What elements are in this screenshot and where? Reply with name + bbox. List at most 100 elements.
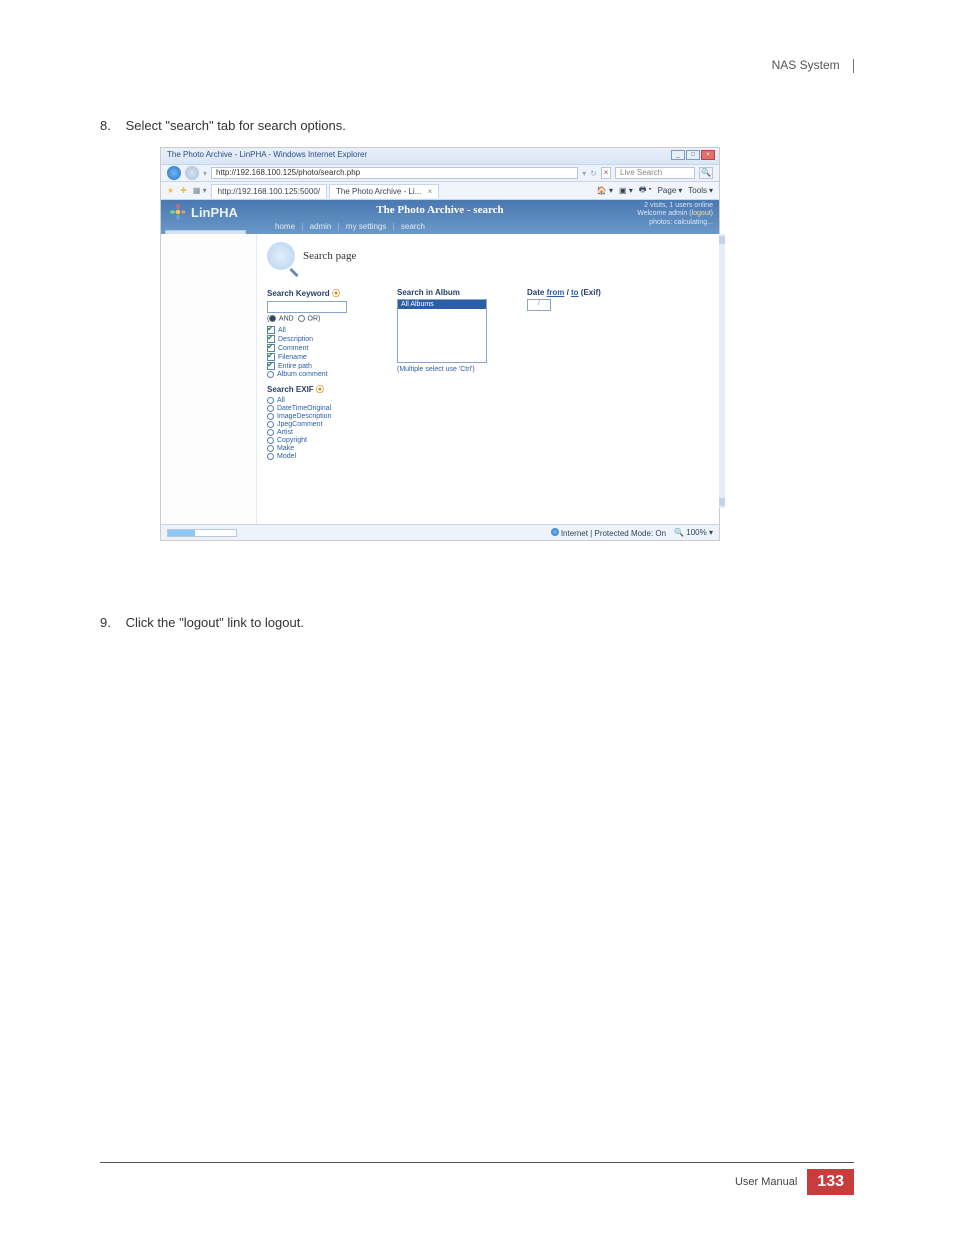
load-progress <box>167 529 237 537</box>
ie-title-bar: The Photo Archive - LinPHA - Windows Int… <box>161 148 719 164</box>
date-input[interactable]: / <box>527 299 551 311</box>
opt-description[interactable]: Description <box>267 335 387 343</box>
page-footer: User Manual 133 <box>100 1162 854 1195</box>
forward-button[interactable] <box>185 166 199 180</box>
page-number: 133 <box>807 1169 854 1195</box>
step-9-number: 9. <box>100 615 122 630</box>
exif-artist[interactable]: Artist <box>267 429 387 436</box>
album-hint: (Multiple select use 'Ctrl') <box>397 366 517 373</box>
zoom-control[interactable]: 🔍 100% ▾ <box>674 528 713 537</box>
search-page-header: Search page <box>267 242 709 270</box>
opt-filename[interactable]: Filename <box>267 353 387 361</box>
and-or-group: ( AND OR) <box>267 315 387 322</box>
url-text: http://192.168.100.125/photo/search.php <box>216 168 360 177</box>
date-column: Date from / to (Exif) / <box>527 288 709 461</box>
close-button[interactable]: × <box>701 150 715 160</box>
address-bar: ▾ http://192.168.100.125/photo/search.ph… <box>161 164 719 182</box>
opt-comment[interactable]: Comment <box>267 344 387 352</box>
favorites-icon[interactable]: ★ <box>167 186 174 195</box>
album-select[interactable]: All Albums <box>397 299 487 363</box>
exif-imgdesc[interactable]: ImageDescription <box>267 413 387 420</box>
radio-icon <box>267 405 274 412</box>
exif-datetime[interactable]: DateTimeOriginal <box>267 405 387 412</box>
radio-icon <box>267 371 274 378</box>
opt-albumcomment[interactable]: Album comment <box>267 371 387 378</box>
content-scrollbar[interactable] <box>719 234 725 508</box>
tab2-title: The Photo Archive - Li... <box>336 187 421 196</box>
radio-icon <box>267 429 274 436</box>
main-content: Search page Search Keyword ⦿ ( AND OR) <box>257 234 719 524</box>
radio-and[interactable] <box>269 315 276 322</box>
exif-heading: Search EXIF ⦿ <box>267 384 387 395</box>
home-icon[interactable]: 🏠 ▾ <box>597 184 613 198</box>
ie-status-bar: Internet | Protected Mode: On 🔍 100% ▾ <box>161 524 719 540</box>
nav-home[interactable]: home <box>275 222 295 231</box>
radio-icon <box>267 445 274 452</box>
doc-header: NAS System <box>772 58 854 73</box>
status-mode-text: Internet | Protected Mode: On <box>561 529 666 538</box>
browser-tab-2[interactable]: The Photo Archive - Li... × <box>329 184 439 198</box>
exif-all[interactable]: All <box>267 397 387 404</box>
footer-label: User Manual <box>735 1176 797 1188</box>
scroll-up-icon[interactable] <box>719 236 725 244</box>
window-controls: _ □ × <box>671 150 715 160</box>
header-status: 2 visits, 1 users online Welcome admin (… <box>637 202 713 227</box>
scroll-down-icon[interactable] <box>719 498 725 506</box>
print-icon[interactable]: 🖶 ▾ <box>639 184 652 198</box>
url-input[interactable]: http://192.168.100.125/photo/search.php <box>211 167 578 179</box>
footer-row: User Manual 133 <box>100 1169 854 1195</box>
radio-or[interactable] <box>298 315 305 322</box>
exif-model[interactable]: Model <box>267 453 387 460</box>
search-go-button[interactable]: 🔍 <box>699 167 713 179</box>
exif-make[interactable]: Make <box>267 445 387 452</box>
radio-icon <box>267 437 274 444</box>
back-button[interactable] <box>167 166 181 180</box>
radio-icon <box>267 453 274 460</box>
tab-close-icon[interactable]: × <box>428 187 433 196</box>
globe-icon <box>551 528 559 536</box>
page-menu[interactable]: Page ▾ <box>658 184 683 198</box>
search-provider-input[interactable]: Live Search <box>615 167 695 179</box>
stop-icon[interactable]: × <box>601 167 611 179</box>
opt-entirepath[interactable]: Entire path <box>267 362 387 370</box>
album-column: Search in Album All Albums (Multiple sel… <box>397 288 517 461</box>
visits-line: 2 visits, 1 users online <box>637 202 713 210</box>
exif-copyright[interactable]: Copyright <box>267 437 387 444</box>
minimize-button[interactable]: _ <box>671 150 685 160</box>
date-from-link[interactable]: from <box>547 288 565 297</box>
checkbox-icon <box>267 362 275 370</box>
nav-dropdown-icon[interactable]: ▾ <box>203 169 207 178</box>
browser-tab-1[interactable]: http://192.168.100.125:5000/ <box>211 184 327 198</box>
doc-header-text: NAS System <box>772 58 840 72</box>
album-heading: Search in Album <box>397 288 517 297</box>
nav-mysettings[interactable]: my settings <box>346 222 386 231</box>
feeds-icon[interactable]: ▣ ▾ <box>619 184 633 198</box>
logout-link[interactable]: logout <box>692 210 711 217</box>
search-form: Search Keyword ⦿ ( AND OR) All Descripti… <box>267 288 709 461</box>
help-icon[interactable]: ⦿ <box>332 289 340 298</box>
window-title: The Photo Archive - LinPHA - Windows Int… <box>167 150 367 159</box>
step-8: 8. Select "search" tab for search option… <box>100 118 854 133</box>
step-9: 9. Click the "logout" link to logout. <box>100 615 854 630</box>
maximize-button[interactable]: □ <box>686 150 700 160</box>
nav-admin[interactable]: admin <box>310 222 332 231</box>
sidebar <box>161 234 257 524</box>
addr-dropdown-icon[interactable]: ▾ <box>582 169 586 178</box>
status-right: Internet | Protected Mode: On 🔍 100% ▾ <box>551 528 713 538</box>
header-divider <box>853 59 854 73</box>
add-favorites-icon[interactable]: ✚ <box>180 186 187 195</box>
help-icon[interactable]: ⦿ <box>316 385 324 394</box>
app-header: LinPHA The Photo Archive - search 2 visi… <box>161 200 719 234</box>
tools-menu[interactable]: Tools ▾ <box>688 184 713 198</box>
album-option-all[interactable]: All Albums <box>398 300 486 309</box>
app-logo[interactable]: LinPHA <box>169 203 238 221</box>
nav-search[interactable]: search <box>401 222 425 231</box>
app-title: The Photo Archive - search <box>161 204 719 216</box>
refresh-icon[interactable]: ↻ <box>590 169 597 178</box>
tab-grid-icon[interactable]: ▦ ▾ <box>193 186 207 195</box>
keyword-input[interactable] <box>267 301 347 313</box>
exif-jpegcomment[interactable]: JpegComment <box>267 421 387 428</box>
date-heading: Date from / to (Exif) <box>527 288 709 297</box>
opt-all[interactable]: All <box>267 326 387 334</box>
date-to-link[interactable]: to <box>571 288 579 297</box>
